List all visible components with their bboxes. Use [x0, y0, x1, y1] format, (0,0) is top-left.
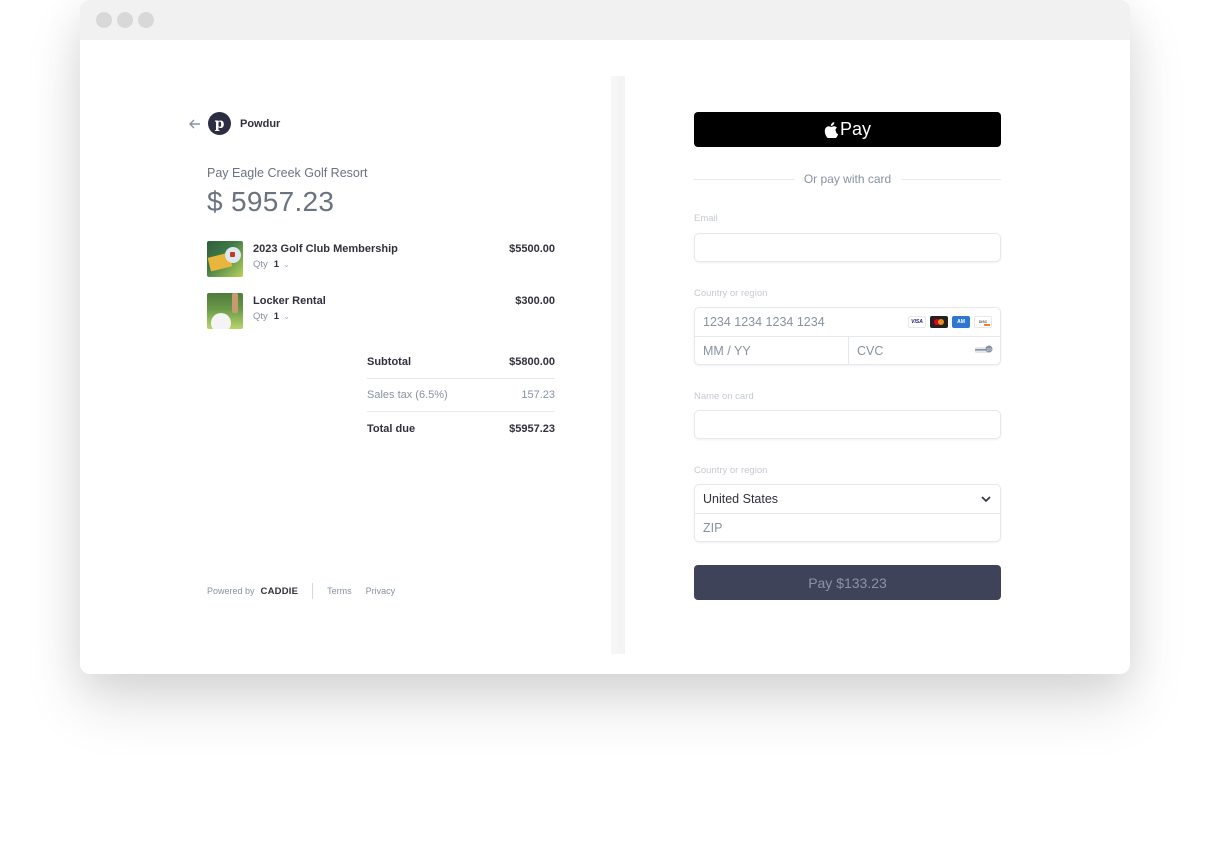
cvc-card-icon: 123 [975, 345, 993, 353]
window-minimize-button[interactable] [117, 12, 133, 28]
subtotal-row: Subtotal $5800.00 [367, 346, 555, 379]
email-input[interactable] [694, 233, 1001, 262]
caddie-brand[interactable]: CADDIE [261, 586, 299, 597]
total-amount: $ 5957.23 [207, 186, 335, 217]
card-details-group: 1234 1234 1234 1234 VISA AM DISC MM / YY… [694, 307, 1001, 365]
arrow-left-icon[interactable] [188, 117, 202, 131]
subtotal-value: $5800.00 [509, 356, 555, 368]
merchant-name: Powdur [240, 117, 281, 130]
apple-pay-button[interactable]: Pay [694, 112, 1001, 147]
item-name: 2023 Golf Club Membership [253, 243, 398, 255]
item-price: $5500.00 [509, 243, 555, 255]
line-item: 2023 Golf Club Membership Qty 1 ⌄ $5500.… [207, 241, 555, 277]
apple-pay-label: Pay [839, 119, 872, 139]
total-due-value: $5957.23 [509, 422, 555, 435]
apple-logo-icon [824, 121, 838, 138]
privacy-link[interactable]: Privacy [366, 586, 396, 596]
browser-window: p Powdur Pay Eagle Creek Golf Resort $ 5… [80, 0, 1130, 674]
card-number-placeholder: 1234 1234 1234 1234 [703, 315, 825, 329]
qty-value: 1 [273, 259, 280, 270]
footer-divider [312, 583, 314, 599]
qty-value: 1 [273, 311, 280, 322]
footer: Powered by CADDIE Terms Privacy [207, 583, 409, 599]
discover-icon: DISC [974, 316, 992, 328]
window-maximize-button[interactable] [138, 12, 154, 28]
powered-by-label: Powered by [207, 586, 255, 596]
qty-label: Qty [253, 259, 268, 270]
terms-link[interactable]: Terms [327, 586, 352, 596]
tax-value: 157.23 [521, 389, 555, 401]
card-number-input[interactable]: 1234 1234 1234 1234 VISA AM DISC [695, 308, 1000, 337]
card-info-label: Country or region [694, 288, 768, 299]
country-select[interactable]: United States [695, 485, 1000, 514]
item-name: Locker Rental [253, 295, 326, 307]
country-selected-value: United States [703, 492, 779, 506]
tax-row: Sales tax (6.5%) 157.23 [367, 379, 555, 412]
card-brands: VISA AM DISC [908, 316, 992, 328]
name-on-card-label: Name on card [694, 391, 754, 402]
pay-button[interactable]: Pay $133.23 [694, 565, 1001, 600]
pay-to-label: Pay Eagle Creek Golf Resort [207, 166, 368, 180]
billing-address-group: United States ZIP [694, 484, 1001, 542]
name-on-card-input[interactable] [694, 410, 1001, 439]
order-summary-panel: p Powdur Pay Eagle Creek Golf Resort $ 5… [80, 40, 611, 674]
country-label: Country or region [694, 465, 768, 476]
item-price: $300.00 [515, 295, 555, 307]
zip-input[interactable]: ZIP [703, 521, 722, 535]
merchant-logo: p [208, 112, 231, 135]
svg-text:123: 123 [986, 347, 991, 351]
mastercard-icon [930, 316, 948, 328]
qty-label: Qty [253, 311, 268, 322]
window-close-button[interactable] [96, 12, 112, 28]
visa-icon: VISA [908, 316, 926, 328]
expiry-input[interactable]: MM / YY [703, 344, 751, 358]
or-pay-with-card-text: Or pay with card [803, 172, 892, 186]
amex-icon: AM [952, 316, 970, 328]
chevron-down-icon: ⌄ [283, 260, 290, 269]
chevron-down-icon [981, 496, 991, 503]
chevron-down-icon: ⌄ [283, 312, 290, 321]
quantity-selector[interactable]: Qty 1 ⌄ [253, 311, 290, 322]
total-due-label: Total due [367, 422, 416, 435]
subtotal-label: Subtotal [367, 356, 411, 368]
line-item: Locker Rental Qty 1 ⌄ $300.00 [207, 293, 555, 329]
cvc-input[interactable]: CVC [857, 344, 883, 358]
email-label: Email [694, 213, 718, 224]
item-image-golf-ball [207, 293, 243, 329]
window-titlebar [80, 0, 1130, 40]
total-due-row: Total due $5957.23 [367, 412, 555, 445]
quantity-selector[interactable]: Qty 1 ⌄ [253, 259, 290, 270]
merchant-header: p Powdur [188, 112, 280, 135]
panel-divider [611, 76, 625, 654]
tax-label: Sales tax (6.5%) [367, 389, 448, 401]
or-divider: Or pay with card [694, 172, 1001, 186]
item-image-golf-membership [207, 241, 243, 277]
totals-table: Subtotal $5800.00 Sales tax (6.5%) 157.2… [367, 346, 555, 445]
